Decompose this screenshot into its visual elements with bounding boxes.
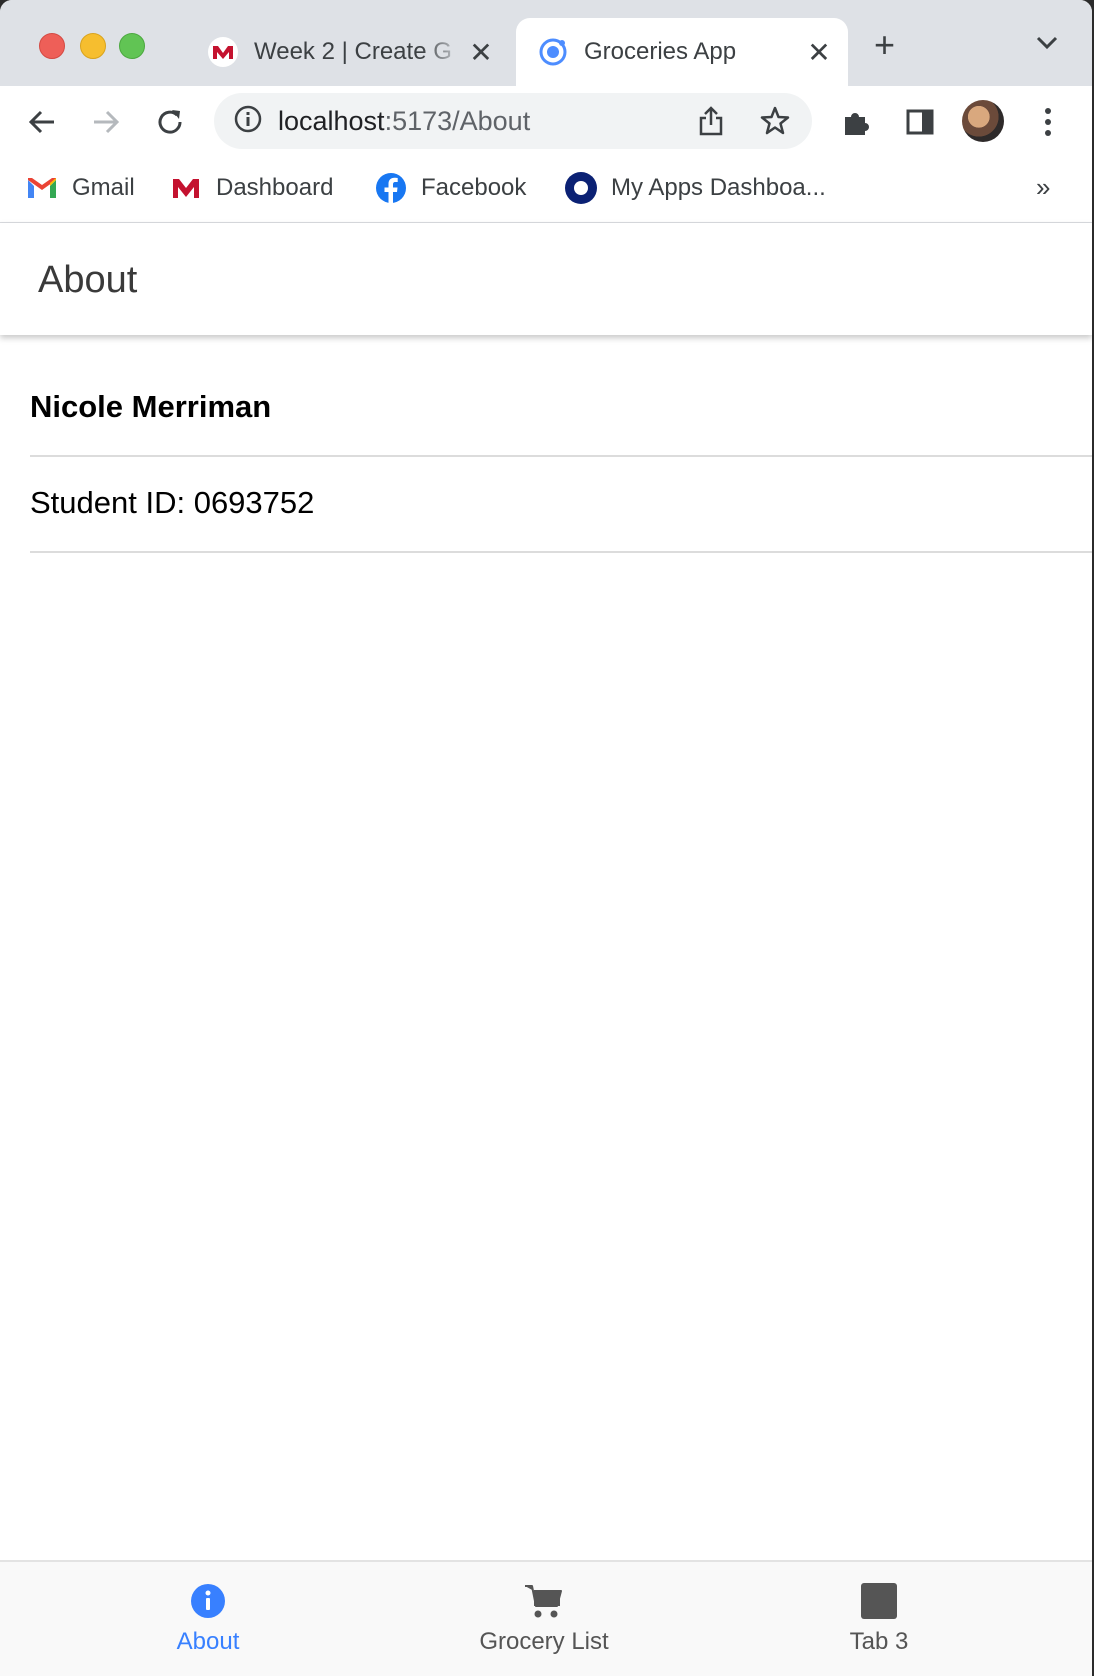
share-icon[interactable] [698,106,724,141]
app-header: About [0,223,1092,335]
app-page: About Nicole Merriman Student ID: 069375… [0,223,1092,1676]
mheducation-icon [170,172,202,204]
bottom-tab-bar: About Grocery List Tab 3 [0,1560,1092,1676]
bookmark-gmail[interactable]: Gmail [26,170,135,206]
tab-title: Groceries App [584,38,737,65]
tab-label: Grocery List [479,1628,609,1655]
close-tab-icon[interactable]: ✕ [802,36,836,69]
bookmark-label: Facebook [421,174,527,201]
maximize-window-button[interactable] [119,33,145,59]
student-id: Student ID: 0693752 [30,485,315,520]
back-arrow-icon[interactable] [24,104,60,140]
reload-icon[interactable] [152,104,188,140]
forward-arrow-icon[interactable] [88,104,124,140]
extensions-puzzle-icon[interactable] [838,104,874,140]
side-panel-icon[interactable] [902,104,938,140]
gmail-icon [26,172,58,204]
ionic-icon [538,37,568,67]
bookmark-dashboard[interactable]: Dashboard [170,170,333,206]
bookmark-facebook[interactable]: Facebook [375,170,526,206]
url-path: :5173/About [384,105,531,136]
mheducation-icon [208,37,238,67]
page-title: About [38,259,138,301]
tab-title: Week 2 | Create G [254,38,452,65]
browser-tab-groceries[interactable]: Groceries App ✕ [516,18,848,86]
browser-tab-week2[interactable]: Week 2 | Create G ✕ [200,18,510,86]
close-window-button[interactable] [39,33,65,59]
bookmark-my-apps[interactable]: My Apps Dashboa... [565,170,826,206]
student-id-list-item: Student ID: 0693752 [30,455,1092,553]
bookmark-label: Gmail [72,174,135,201]
bookmark-label: My Apps Dashboa... [611,174,826,201]
tab-label: Tab 3 [849,1628,909,1655]
bookmark-star-icon[interactable] [760,106,790,141]
tab-label: About [176,1628,240,1655]
browser-window: Week 2 | Create G ✕ Groceries App ✕ + lo… [0,0,1092,1676]
tab-about[interactable]: About [26,1562,390,1676]
tab-grocery-list[interactable]: Grocery List [362,1562,726,1676]
info-icon [190,1582,226,1620]
student-name: Nicole Merriman [30,389,272,424]
tab-3[interactable]: Tab 3 [697,1562,1061,1676]
address-bar[interactable]: localhost:5173/About [214,93,812,149]
square-icon [860,1582,898,1620]
browser-toolbar: localhost:5173/About [0,86,1092,156]
tab-strip: Week 2 | Create G ✕ Groceries App ✕ + [0,0,1092,86]
tab-search-chevron-icon[interactable] [1036,36,1058,55]
okta-icon [565,172,597,204]
bookmark-label: Dashboard [216,174,334,201]
bookmarks-bar: Gmail Dashboard Facebook My Apps Dashboa… [0,156,1092,224]
site-info-icon[interactable] [234,105,262,138]
bookmarks-overflow-icon[interactable]: » [1036,172,1050,203]
close-tab-icon[interactable]: ✕ [464,36,498,69]
cart-icon [524,1582,564,1620]
more-menu-icon[interactable] [1030,104,1066,140]
name-list-item: Nicole Merriman [30,359,1092,457]
facebook-icon [375,172,407,204]
new-tab-plus-icon[interactable]: + [874,27,895,63]
url-text: localhost:5173/About [278,106,530,137]
minimize-window-button[interactable] [80,33,106,59]
profile-avatar[interactable] [962,100,1004,142]
url-host: localhost [278,105,385,136]
